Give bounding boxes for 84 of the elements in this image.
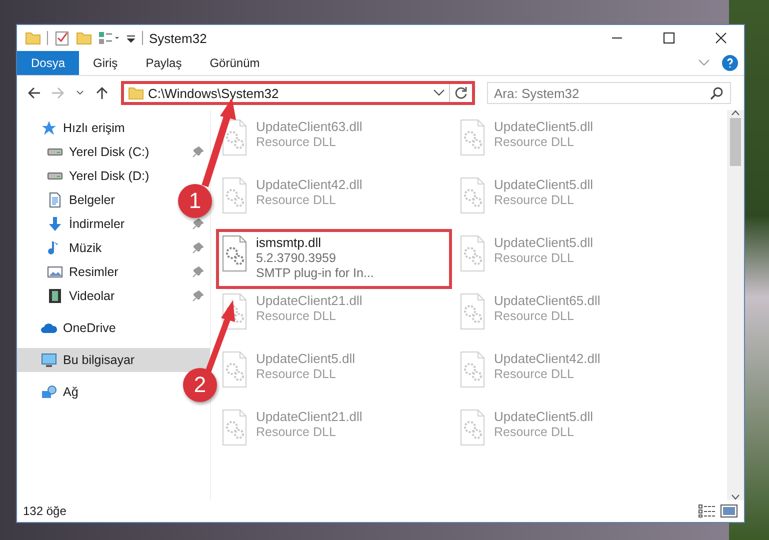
file-detail: Resource DLL xyxy=(256,135,337,149)
file-detail: SMTP plug-in for In... xyxy=(256,266,374,280)
file-detail: Resource DLL xyxy=(494,367,575,381)
dll-file-icon xyxy=(222,409,248,447)
dll-file-icon xyxy=(222,351,248,389)
drive-icon xyxy=(47,172,63,180)
navigation-item[interactable]: OneDrive xyxy=(17,316,157,340)
file-name: UpdateClient5.dll xyxy=(494,409,594,424)
search-field[interactable]: Ara: System32 xyxy=(487,82,731,104)
ribbon-tab[interactable]: Giriş xyxy=(79,51,132,75)
navigation-item[interactable]: Yerel Disk (D:) xyxy=(17,164,157,188)
file-name: UpdateClient21.dll xyxy=(256,293,362,308)
network-icon xyxy=(41,384,57,400)
film-icon xyxy=(47,288,63,304)
checklist-icon[interactable] xyxy=(54,30,70,46)
help-icon[interactable] xyxy=(722,55,738,71)
navigation-item[interactable]: Yerel Disk (C:) xyxy=(17,140,157,164)
back-icon xyxy=(27,86,41,100)
file-name: UpdateClient5.dll xyxy=(494,177,594,192)
file-name: UpdateClient21.dll xyxy=(256,409,362,424)
dll-file-icon xyxy=(460,119,486,157)
address-path: C:\Windows\System32 xyxy=(148,86,280,100)
star-icon xyxy=(41,120,57,136)
file-name: UpdateClient42.dll xyxy=(494,351,600,366)
window-title: System32 xyxy=(149,30,208,46)
dll-file-icon xyxy=(222,177,248,215)
dropdown-icon[interactable] xyxy=(433,89,445,97)
dll-file-icon xyxy=(460,235,486,273)
file-name: UpdateClient42.dll xyxy=(256,177,362,192)
large-icons-view-icon[interactable] xyxy=(720,504,738,518)
file-detail: Resource DLL xyxy=(494,309,575,323)
file-detail: Resource DLL xyxy=(256,425,337,439)
dll-file-icon xyxy=(460,409,486,447)
folder-icon xyxy=(128,85,144,101)
dll-file-icon xyxy=(222,235,248,273)
navigation-item[interactable]: İndirmeler xyxy=(17,212,157,236)
dll-file-icon xyxy=(460,293,486,331)
maximize-icon xyxy=(663,32,675,44)
file-name: ismsmtp.dll xyxy=(256,235,322,250)
search-icon xyxy=(710,87,723,100)
file-name: UpdateClient5.dll xyxy=(494,235,594,250)
scrollbar-thumb[interactable] xyxy=(730,118,741,166)
details-view-icon[interactable] xyxy=(698,504,716,518)
navigation-item[interactable]: Ağ xyxy=(17,380,157,404)
ribbon-tab[interactable]: Paylaş xyxy=(132,51,196,75)
file-detail: Resource DLL xyxy=(256,193,337,207)
navigation-item[interactable]: Müzik xyxy=(17,236,157,260)
file-name: UpdateClient5.dll xyxy=(494,119,594,134)
file-name: UpdateClient65.dll xyxy=(494,293,600,308)
monitor-icon xyxy=(41,352,57,368)
file-name: UpdateClient63.dll xyxy=(256,119,362,134)
document-icon xyxy=(47,192,63,208)
file-detail: Resource DLL xyxy=(256,367,337,381)
file-name: UpdateClient5.dll xyxy=(256,351,356,366)
chevron-icon[interactable] xyxy=(698,59,710,67)
properties-icon[interactable] xyxy=(98,30,120,46)
navigation-item[interactable]: Hızlı erişim xyxy=(17,116,157,140)
scroll-up-icon[interactable] xyxy=(731,110,740,116)
download-arrow-icon xyxy=(47,216,63,232)
forward-icon xyxy=(51,86,65,100)
dll-file-icon xyxy=(222,119,248,157)
navigation-item[interactable]: Videolar xyxy=(17,284,157,308)
file-detail: Resource DLL xyxy=(494,135,575,149)
dll-file-icon xyxy=(460,177,486,215)
file-detail: Resource DLL xyxy=(494,425,575,439)
file-detail: Resource DLL xyxy=(256,309,337,323)
file-detail: Resource DLL xyxy=(494,193,575,207)
scroll-down-icon[interactable] xyxy=(731,494,740,500)
close-icon xyxy=(715,32,727,44)
file-detail: Resource DLL xyxy=(494,251,575,265)
address-bar[interactable]: C:\Windows\System32 xyxy=(121,81,475,105)
up-icon xyxy=(95,86,109,100)
scrollbar[interactable] xyxy=(727,110,744,500)
file-detail: 5.2.3790.3959 xyxy=(256,251,337,265)
item-count: 132 öğe xyxy=(23,504,68,518)
navigation-item[interactable]: Resimler xyxy=(17,260,157,284)
picture-icon xyxy=(47,264,63,280)
ribbon-tab[interactable]: Görünüm xyxy=(196,51,274,75)
dll-file-icon xyxy=(460,351,486,389)
refresh-icon xyxy=(454,86,468,100)
navigation-item[interactable]: Bu bilgisayar xyxy=(17,348,210,372)
drive-icon xyxy=(47,148,63,156)
navigation-item[interactable]: Belgeler xyxy=(17,188,157,212)
ribbon-tab[interactable]: Dosya xyxy=(17,51,80,75)
